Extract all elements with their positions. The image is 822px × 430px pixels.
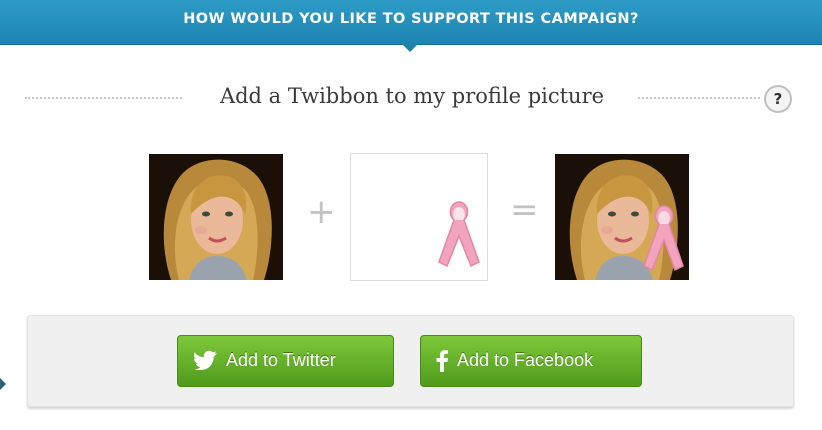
divider-right <box>638 97 760 99</box>
result-profile-photo <box>555 154 689 280</box>
plus-symbol: + <box>307 192 336 232</box>
equals-symbol: = <box>510 190 539 230</box>
edge-arrow-icon <box>0 378 6 390</box>
action-panel <box>27 315 794 407</box>
add-to-twitter-label: Add to Twitter <box>226 350 336 370</box>
original-profile-photo <box>149 154 283 280</box>
add-to-facebook-button[interactable]: Add to Facebook <box>420 335 642 387</box>
banner-title: HOW WOULD YOU LIKE TO SUPPORT THIS CAMPA… <box>183 11 639 27</box>
help-button[interactable]: ? <box>764 85 792 113</box>
banner-pointer <box>402 44 418 52</box>
twitter-bird-icon <box>193 350 218 375</box>
add-to-twitter-button[interactable]: Add to Twitter <box>177 335 394 387</box>
pink-ribbon-icon <box>438 201 480 268</box>
add-to-facebook-label: Add to Facebook <box>457 350 594 370</box>
option-title: Add a Twibbon to my profile picture <box>219 84 605 108</box>
twibbon-preview <box>350 153 488 281</box>
divider-left <box>25 97 182 99</box>
facebook-f-icon <box>435 350 449 377</box>
campaign-banner: HOW WOULD YOU LIKE TO SUPPORT THIS CAMPA… <box>0 0 822 45</box>
